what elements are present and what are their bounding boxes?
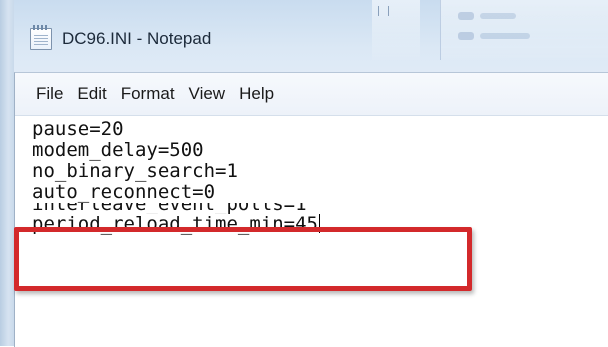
menu-format[interactable]: Format xyxy=(114,73,182,115)
text-line-partially-hidden: interleave_event_polls=1 xyxy=(32,203,602,214)
window-frame-left xyxy=(0,0,14,346)
window-title: DC96.INI - Notepad xyxy=(62,29,212,48)
text-editor[interactable]: pause=20 modem_delay=500 no_binary_searc… xyxy=(32,119,602,343)
text-caret xyxy=(318,214,320,233)
text-line: no_binary_search=1 xyxy=(32,160,238,182)
text-line-content: interleave_event_polls=1 xyxy=(32,203,307,214)
menu-file[interactable]: File xyxy=(29,73,70,115)
menu-view[interactable]: View xyxy=(182,73,233,115)
client-area: File Edit Format View Help pause=20 mode… xyxy=(14,72,608,347)
menu-bar: File Edit Format View Help xyxy=(15,73,608,116)
background-detail xyxy=(388,6,389,16)
notepad-window: DC96.INI - Notepad File Edit Format View… xyxy=(0,0,608,347)
menu-help[interactable]: Help xyxy=(232,73,281,115)
background-detail xyxy=(458,12,474,20)
text-line: auto_reconnect=0 xyxy=(32,181,216,203)
background-detail xyxy=(480,13,516,19)
text-line-highlighted: period_reload_time_min=45 xyxy=(32,214,602,235)
text-line-content: period_reload_time_min=45 xyxy=(32,213,318,235)
title-bar[interactable]: DC96.INI - Notepad xyxy=(14,22,608,56)
notepad-icon[interactable] xyxy=(30,25,52,50)
background-detail xyxy=(378,6,379,16)
text-line: modem_delay=500 xyxy=(32,139,204,161)
text-line: pause=20 xyxy=(32,118,124,140)
menu-edit[interactable]: Edit xyxy=(70,73,113,115)
